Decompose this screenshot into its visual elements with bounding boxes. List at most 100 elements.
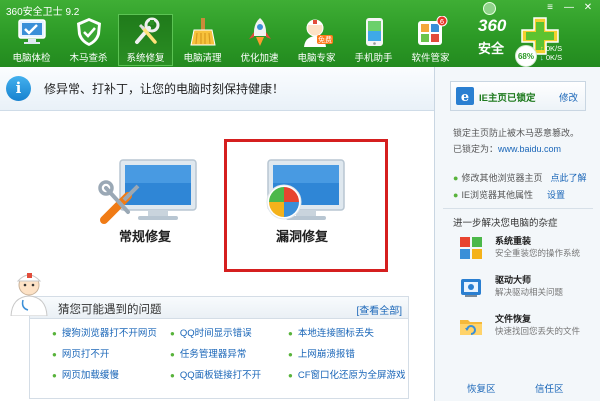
- tab-label: 软件管家: [411, 53, 450, 64]
- faq-item[interactable]: ● 任务管理器异常: [170, 346, 288, 360]
- faq-item-text: QQ时间显示错误: [179, 328, 252, 339]
- tab-trojan-scan[interactable]: 木马查杀: [61, 14, 116, 66]
- faq-item-text: 搜狗浏览器打不开网页: [61, 328, 157, 339]
- bullet-icon: ●: [52, 350, 57, 359]
- driver-master-tool[interactable]: 驱动大师 解决驱动相关问题: [455, 273, 595, 303]
- driver-master-icon: [461, 279, 481, 297]
- faq-item-text: 上网崩溃报错: [297, 349, 355, 360]
- bullet-icon: ●: [170, 329, 175, 338]
- pc-check-icon: [17, 19, 46, 44]
- tab-label: 优化加速: [240, 53, 279, 64]
- svg-text:e: e: [461, 90, 469, 105]
- modify-homepage-link[interactable]: 修改: [559, 90, 578, 104]
- further-solutions-title: 进一步解决您电脑的杂症: [453, 218, 558, 229]
- view-all-link[interactable]: [查看全部]: [356, 302, 402, 317]
- bullet-icon: ●: [170, 350, 175, 359]
- faq-item[interactable]: ● 上网崩溃报错: [288, 346, 418, 360]
- tab-label: 电脑体检: [12, 53, 51, 64]
- faq-item-text: 任务管理器异常: [179, 349, 247, 360]
- bullet-icon: ●: [288, 329, 293, 338]
- faq-item-text: CF窗口化还原为全屏游戏: [297, 370, 406, 381]
- bullet-icon: ●: [52, 371, 57, 380]
- general-repair-label[interactable]: 常规修复: [119, 226, 171, 245]
- bullet-icon: ●: [288, 371, 293, 380]
- tab-label: 电脑清理: [183, 53, 222, 64]
- minimize-icon[interactable]: —: [561, 1, 577, 14]
- ie-browser-icon: e: [456, 87, 474, 105]
- tool-desc: 快速找回您丢失的文件: [495, 326, 581, 336]
- notice-bar: i 修异常、打补丁，让您的电脑时刻保持健康！: [0, 67, 434, 111]
- tab-label: 木马查杀: [69, 53, 108, 64]
- info-icon: i: [6, 76, 31, 101]
- faq-item[interactable]: ● 网页打不开: [52, 346, 170, 360]
- file-recovery-tool[interactable]: 文件恢复 快速找回您丢失的文件: [455, 312, 595, 342]
- tool-name: 驱动大师: [495, 275, 532, 285]
- lock-description: 锁定主页防止被木马恶意篡改。 已锁定为：www.baidu.com: [453, 125, 579, 157]
- close-icon[interactable]: ✕: [580, 1, 596, 14]
- system-reinstall-tool[interactable]: 系统重装 安全重装您的操作系统: [455, 234, 595, 264]
- tool-name: 系统重装: [495, 236, 532, 246]
- upload-speed: 0K/S: [545, 44, 563, 53]
- option-text: IE浏览器其他属性: [461, 190, 533, 200]
- faq-item[interactable]: ● CF窗口化还原为全屏游戏: [288, 367, 418, 381]
- tab-label: 系统修复: [126, 53, 165, 64]
- tool-desc: 解决驱动相关问题: [495, 287, 564, 297]
- tab-system-repair[interactable]: 系统修复: [118, 14, 173, 66]
- tab-pc-expert[interactable]: 免费 电脑专家: [289, 14, 344, 66]
- window-controls: ≡ — ✕: [542, 1, 596, 14]
- file-recovery-icon: [460, 320, 482, 335]
- divider: [443, 208, 593, 209]
- bullet-icon: ●: [453, 173, 459, 183]
- phone-icon: [365, 18, 383, 46]
- bullet-icon: ●: [288, 350, 293, 359]
- header-bar: 360安全卫士 9.2 ≡ — ✕ 电脑体检 木马查杀 系统修复 电脑清理 优化…: [0, 0, 600, 67]
- trust-zone-link[interactable]: 信任区: [535, 381, 564, 395]
- tab-optimize[interactable]: 优化加速: [232, 14, 287, 66]
- app-store-icon: 6: [417, 16, 447, 45]
- skin-icon[interactable]: [483, 2, 496, 15]
- bullet-icon: ●: [170, 371, 175, 380]
- locked-url[interactable]: www.baidu.com: [498, 144, 561, 154]
- rocket-icon: [248, 18, 271, 46]
- faq-item[interactable]: ● 本地连接图标丢失: [288, 325, 418, 339]
- tab-pc-check[interactable]: 电脑体检: [4, 14, 59, 66]
- faq-panel: 猜您可能遇到的问题 [查看全部] ● 搜狗浏览器打不开网页 ● QQ时间显示错误 ●…: [29, 296, 409, 399]
- shield-trojan-icon: [76, 18, 101, 46]
- faq-item[interactable]: ● 搜狗浏览器打不开网页: [52, 325, 170, 339]
- ie-lock-status: IE主页已锁定: [479, 93, 536, 104]
- faq-item[interactable]: ● QQ面板链接打不开: [170, 367, 288, 381]
- doctor-avatar-icon: [10, 273, 48, 316]
- settings-link[interactable]: 设置: [547, 190, 565, 200]
- bullet-icon: ●: [453, 190, 459, 200]
- broom-clean-icon: [189, 18, 216, 46]
- learn-more-link[interactable]: 点此了解: [550, 173, 586, 183]
- faq-item-text: 网页加载缓慢: [61, 370, 119, 381]
- faq-item-text: QQ面板链接打不开: [179, 370, 262, 381]
- upload-arrow-icon: ↑: [540, 44, 544, 53]
- tab-pc-clean[interactable]: 电脑清理: [175, 14, 230, 66]
- tab-software-manager[interactable]: 6 软件管家: [403, 14, 458, 66]
- tool-name: 文件恢复: [495, 314, 532, 324]
- general-repair-button[interactable]: [98, 154, 208, 264]
- download-arrow-icon: ↓: [540, 53, 544, 62]
- tools-repair-icon: [134, 17, 159, 44]
- recovery-zone-link[interactable]: 恢复区: [467, 381, 496, 395]
- download-speed: 0K/S: [545, 53, 563, 62]
- other-browser-option: ● 修改其他浏览器主页 点此了解: [453, 171, 586, 184]
- faq-item[interactable]: ● 网页加载缓慢: [52, 367, 170, 381]
- tab-label: 手机助手: [354, 53, 393, 64]
- locked-homepage: 已锁定为：www.baidu.com: [453, 141, 579, 157]
- network-speed: ↑ 0K/S ↓ 0K/S: [540, 44, 562, 62]
- lock-desc-line: 锁定主页防止被木马恶意篡改。: [453, 128, 580, 138]
- highlight-box: [224, 139, 388, 272]
- doctor-icon: 免费: [303, 19, 333, 47]
- ie-properties-option: ● IE浏览器其他属性 设置: [453, 188, 565, 201]
- main-panel: 常规修复 漏洞修复 猜您可能遇到的问题 [查看全部] ● 搜狗浏览器打不开网页 ●…: [0, 112, 434, 401]
- faq-item[interactable]: ● QQ时间显示错误: [170, 325, 288, 339]
- network-usage-ring[interactable]: 68%: [515, 45, 537, 67]
- faq-item-text: 本地连接图标丢失: [297, 328, 374, 339]
- tool-desc: 安全重装您的操作系统: [495, 248, 581, 258]
- free-badge: 免费: [318, 35, 332, 44]
- menu-icon[interactable]: ≡: [542, 1, 558, 14]
- tab-phone-assistant[interactable]: 手机助手: [346, 14, 401, 66]
